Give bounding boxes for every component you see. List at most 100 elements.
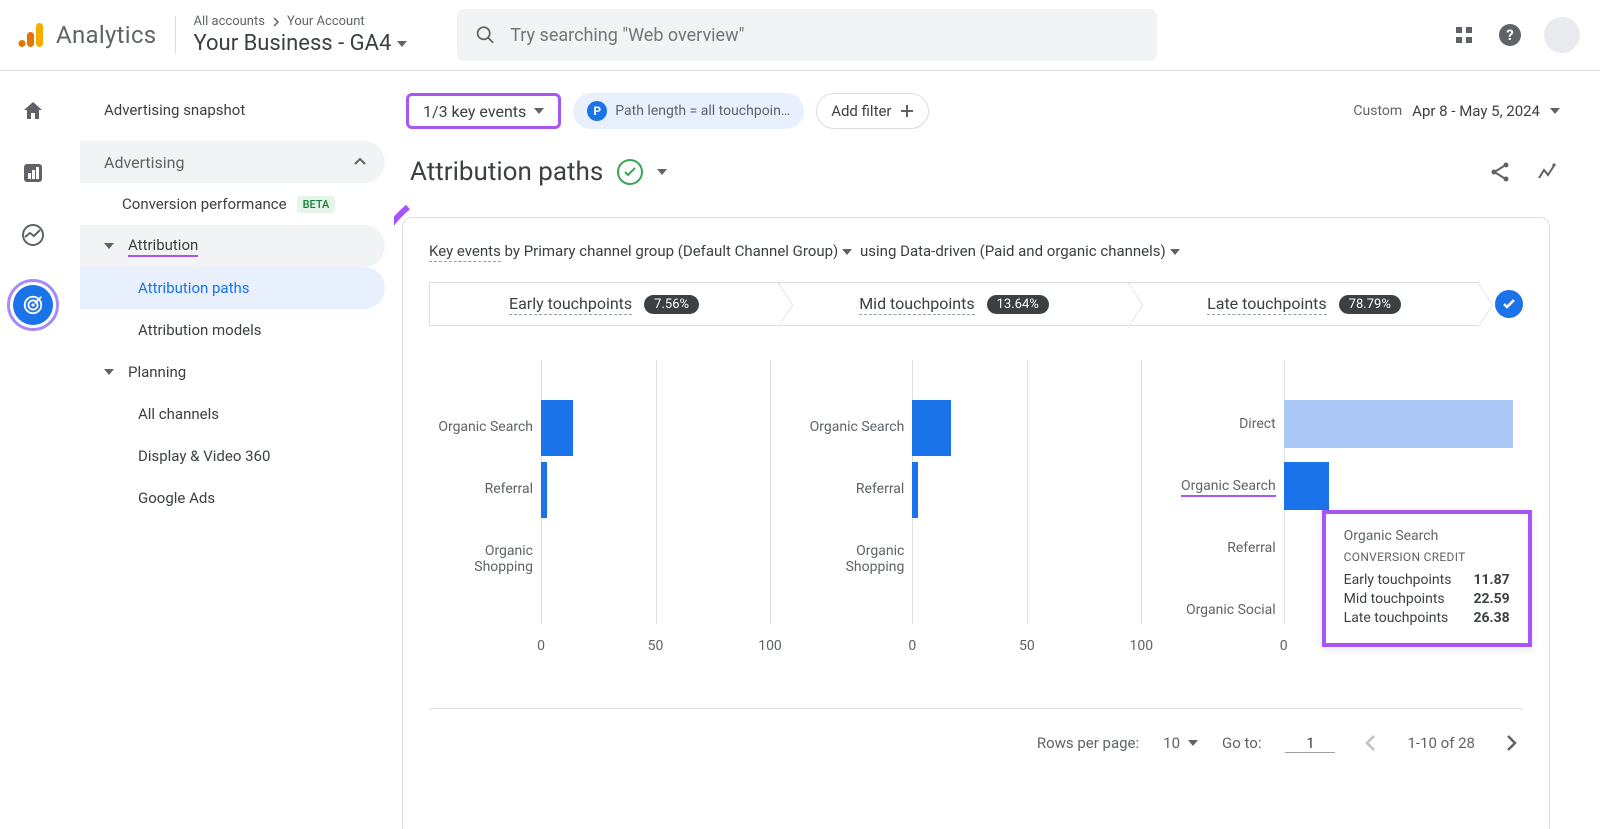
sidebar-attribution-paths[interactable]: Attribution paths: [80, 267, 385, 309]
sidebar-attribution[interactable]: Attribution: [80, 225, 385, 267]
subhead-text-1: by Primary channel group (Default Channe…: [501, 242, 838, 260]
axis-tick: 0: [908, 638, 916, 654]
metric-key-events: Key events: [429, 242, 501, 262]
pager-goto-input[interactable]: [1285, 734, 1335, 753]
tooltip-row-value: 26.38: [1473, 610, 1509, 626]
breadcrumb-account: Your Account: [287, 14, 365, 29]
beta-badge: BETA: [297, 196, 336, 213]
chart-bar[interactable]: [541, 400, 573, 456]
tooltip-row-label: Mid touchpoints: [1344, 591, 1445, 607]
sidebar-item-label: Display & Video 360: [138, 447, 270, 465]
sidebar-item-label: Attribution paths: [138, 279, 250, 297]
property-selector[interactable]: All accounts Your Account Your Business …: [194, 14, 408, 56]
subhead-text-2: using Data-driven (Paid and organic chan…: [856, 242, 1165, 260]
key-events-label: 1/3 key events: [423, 102, 526, 121]
pager-range: 1-10 of 28: [1407, 734, 1475, 752]
sidebar-planning[interactable]: Planning: [80, 351, 385, 393]
stage-mid[interactable]: Mid touchpoints 13.64%: [779, 282, 1129, 326]
insights-icon[interactable]: [1536, 160, 1560, 184]
reports-icon[interactable]: [19, 159, 47, 187]
chevron-up-icon: [353, 155, 367, 169]
chevron-down-icon: [1188, 740, 1198, 746]
svg-text:?: ?: [1506, 26, 1513, 44]
chart-bar[interactable]: [1284, 462, 1330, 510]
pager-rows-value: 10: [1163, 734, 1180, 752]
axis-tick: 100: [758, 638, 782, 654]
axis-tick: 50: [1019, 638, 1035, 654]
path-length-label: Path length = all touchpoin…: [615, 103, 790, 119]
sidebar-snapshot[interactable]: Advertising snapshot: [80, 89, 385, 131]
sidebar-item-label: Planning: [128, 363, 186, 381]
page-title: Attribution paths: [410, 157, 603, 187]
chevron-right-icon[interactable]: [1499, 731, 1523, 755]
apps-icon[interactable]: [1452, 23, 1476, 47]
chevron-down-icon[interactable]: [657, 169, 667, 175]
main-content: 1/3 key events P Path length = all touch…: [394, 71, 1600, 829]
add-filter-button[interactable]: Add filter: [816, 93, 928, 129]
pager-goto-label: Go to:: [1222, 734, 1261, 752]
sidebar-advertising-label: Advertising: [104, 153, 185, 172]
stage-complete-check-icon: [1495, 290, 1523, 318]
chart-bar[interactable]: [1284, 400, 1513, 448]
pager-rows-label: Rows per page:: [1037, 734, 1139, 752]
chart-category-label: Referral: [1176, 540, 1276, 556]
chart-category-label: Organic Social: [1176, 602, 1276, 618]
stage-pct: 78.79%: [1339, 295, 1401, 314]
stage-late[interactable]: Late touchpoints78.79%: [1129, 282, 1479, 326]
chart-early: 050100Organic SearchReferralOrganic Shop…: [429, 360, 780, 660]
date-range-value: Apr 8 - May 5, 2024: [1412, 102, 1540, 120]
axis-tick: 50: [648, 638, 664, 654]
share-icon[interactable]: [1488, 160, 1512, 184]
home-icon[interactable]: [19, 97, 47, 125]
search-input[interactable]: [510, 25, 1139, 46]
app-logo[interactable]: Analytics: [10, 19, 157, 51]
explore-icon[interactable]: [19, 221, 47, 249]
chart-category-label: Organic Search: [1176, 478, 1276, 494]
status-ok-icon[interactable]: [617, 159, 643, 185]
sidebar-all-channels[interactable]: All channels: [80, 393, 385, 435]
app-name: Analytics: [56, 21, 157, 49]
sidebar-advertising-section[interactable]: Advertising: [80, 141, 385, 183]
pager-rows-select[interactable]: 10: [1163, 734, 1198, 752]
key-events-selector[interactable]: 1/3 key events: [406, 93, 561, 129]
sidebar-display-video[interactable]: Display & Video 360: [80, 435, 385, 477]
tooltip-row-label: Late touchpoints: [1344, 610, 1449, 626]
chevron-left-icon[interactable]: [1359, 731, 1383, 755]
sidebar-google-ads[interactable]: Google Ads: [80, 477, 385, 519]
chevron-down-icon: [534, 108, 544, 114]
help-icon[interactable]: ?: [1498, 23, 1522, 47]
sidebar-item-label: Attribution models: [138, 321, 262, 339]
chart-bar[interactable]: [912, 400, 951, 456]
chart-bar[interactable]: [912, 462, 918, 518]
breadcrumb: All accounts Your Account: [194, 14, 408, 29]
stage-label: Early touchpoints: [509, 294, 632, 315]
chart-category-label: Direct: [1176, 416, 1276, 432]
tooltip-row-value: 22.59: [1473, 591, 1509, 607]
table-pager: Rows per page: 10 Go to: 1-10 of 28: [429, 708, 1523, 755]
plus-icon: [900, 104, 914, 118]
advertising-nav-highlighted[interactable]: [7, 279, 59, 331]
chevron-down-icon: [104, 369, 114, 375]
sidebar-item-label: Conversion performance: [122, 195, 287, 213]
date-range-picker[interactable]: Custom Apr 8 - May 5, 2024: [1353, 102, 1560, 120]
axis-tick: 100: [1130, 638, 1154, 654]
stage-pct: 13.64%: [987, 295, 1049, 314]
dimension-subhead[interactable]: Key events by Primary channel group (Def…: [429, 242, 1523, 260]
avatar[interactable]: [1544, 17, 1580, 53]
chart-category-label: Referral: [433, 481, 533, 497]
sidebar: Advertising snapshot Advertising Convers…: [66, 71, 394, 829]
chart-category-label: Organic Shopping: [433, 543, 533, 575]
path-length-chip[interactable]: P Path length = all touchpoin…: [573, 93, 804, 129]
chevron-down-icon: [1550, 108, 1560, 114]
sidebar-conversion-performance[interactable]: Conversion performance BETA: [80, 183, 385, 225]
chevron-right-icon: [271, 17, 281, 27]
date-range-label: Custom: [1353, 103, 1402, 119]
chevron-down-icon: [1170, 249, 1180, 255]
stage-early[interactable]: Early touchpoints7.56%: [429, 282, 779, 326]
search-box[interactable]: [457, 9, 1157, 61]
sidebar-attribution-models[interactable]: Attribution models: [80, 309, 385, 351]
sidebar-snapshot-label: Advertising snapshot: [104, 101, 245, 119]
nav-rail: [0, 71, 66, 829]
chart-bar[interactable]: [541, 462, 547, 518]
stage-label: Mid touchpoints: [859, 294, 974, 315]
